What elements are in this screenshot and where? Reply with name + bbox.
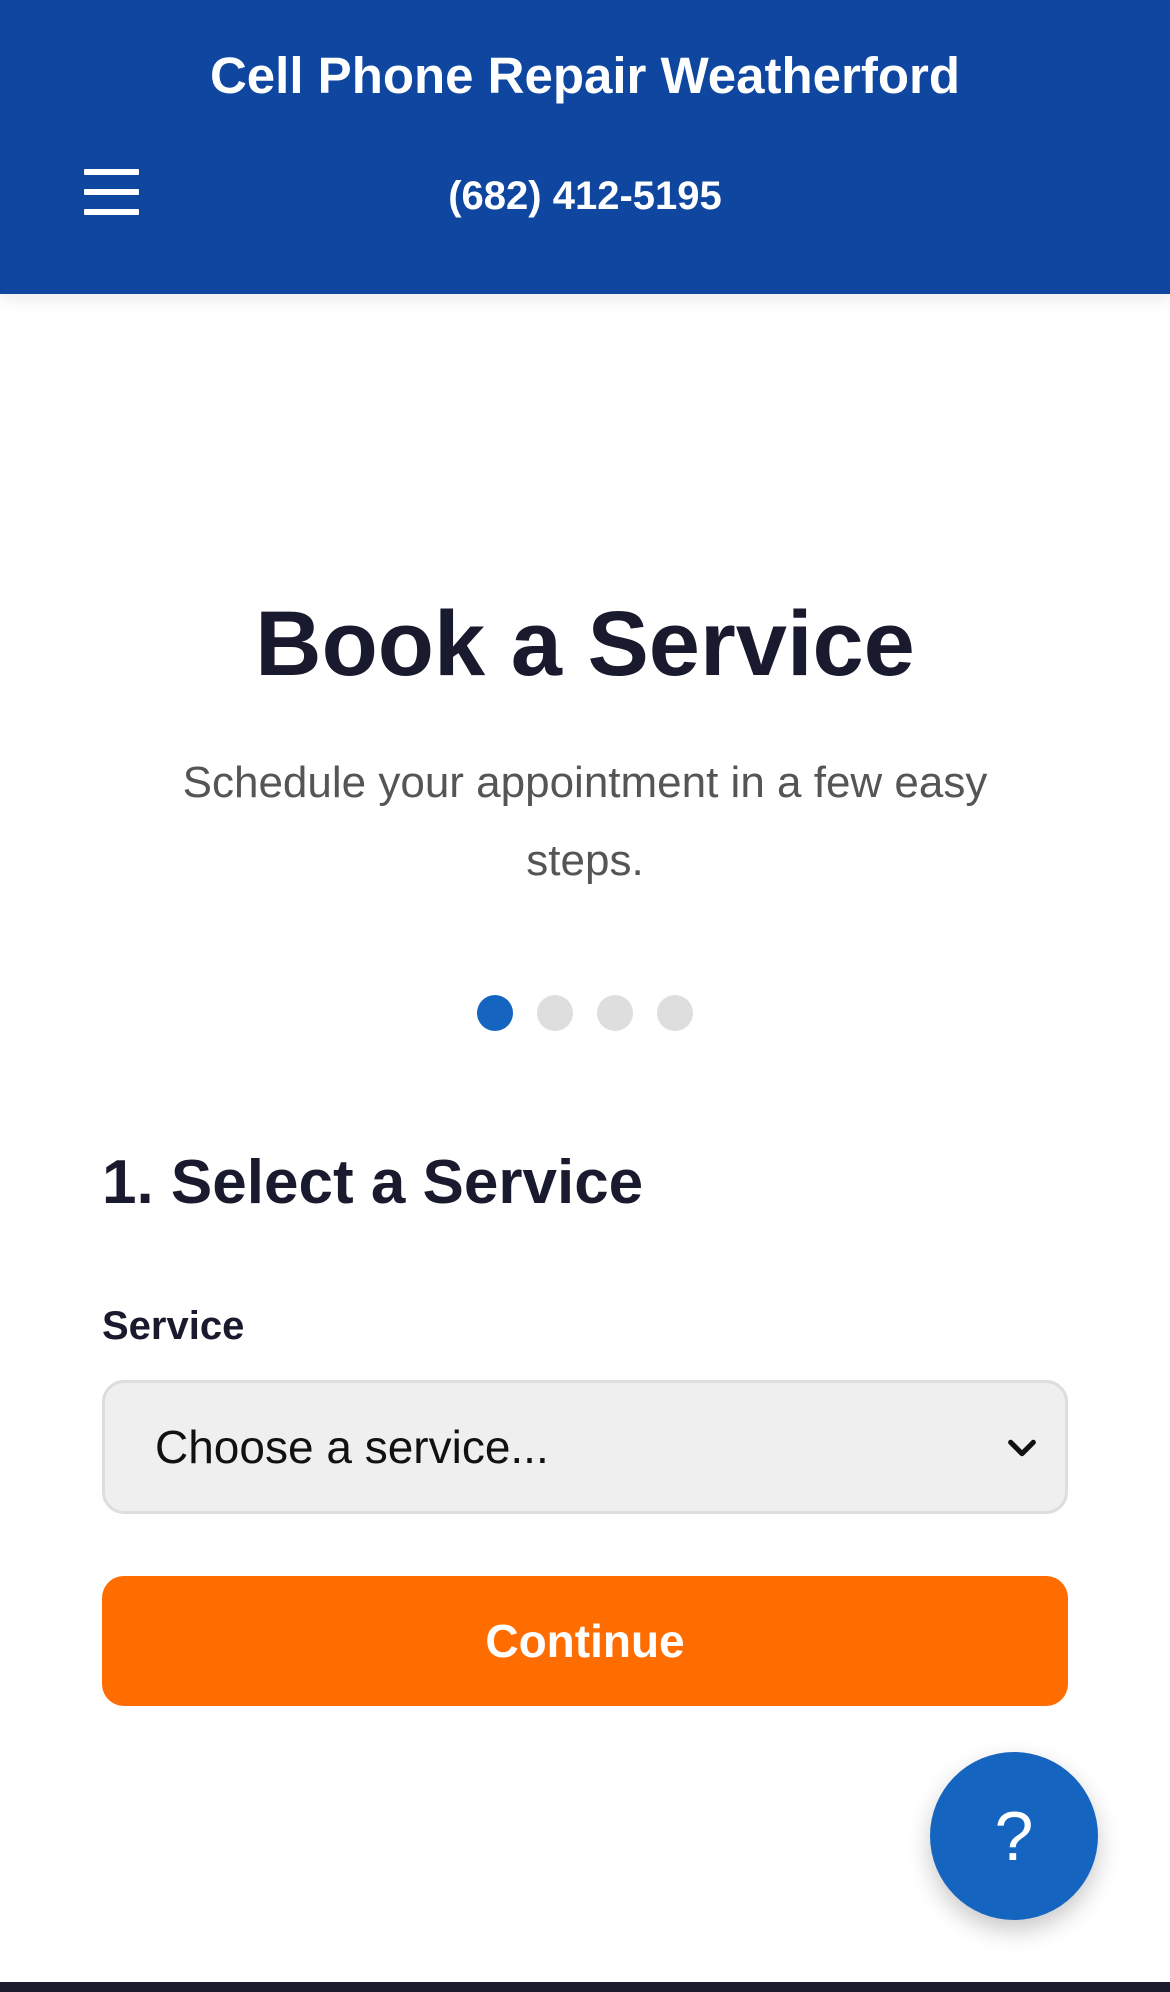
page-subtitle: Schedule your appointment in a few easy … — [182, 758, 988, 885]
help-button[interactable]: ? — [930, 1752, 1098, 1920]
service-select[interactable]: Choose a service... — [102, 1380, 1068, 1514]
site-header: Cell Phone Repair Weatherford (682) 412-… — [0, 0, 1170, 294]
service-label: Service — [102, 1304, 245, 1348]
phone-link[interactable]: (682) 412-5195 — [0, 170, 1170, 222]
step-dot-4 — [657, 995, 693, 1031]
site-title[interactable]: Cell Phone Repair Weatherford — [0, 44, 1170, 108]
booking-page: Cell Phone Repair Weatherford (682) 412-… — [0, 0, 1170, 1992]
step-indicator — [0, 995, 1170, 1031]
section-title: 1. Select a Service — [102, 1148, 644, 1217]
continue-button[interactable]: Continue — [102, 1576, 1068, 1706]
page-title: Book a Service — [255, 593, 915, 695]
service-select-value: Choose a service... — [155, 1421, 549, 1473]
step-dot-2 — [537, 995, 573, 1031]
step-dot-3 — [597, 995, 633, 1031]
chevron-down-icon — [1008, 1439, 1036, 1457]
step-dot-1-active — [477, 995, 513, 1031]
footer-edge — [0, 1982, 1170, 1992]
